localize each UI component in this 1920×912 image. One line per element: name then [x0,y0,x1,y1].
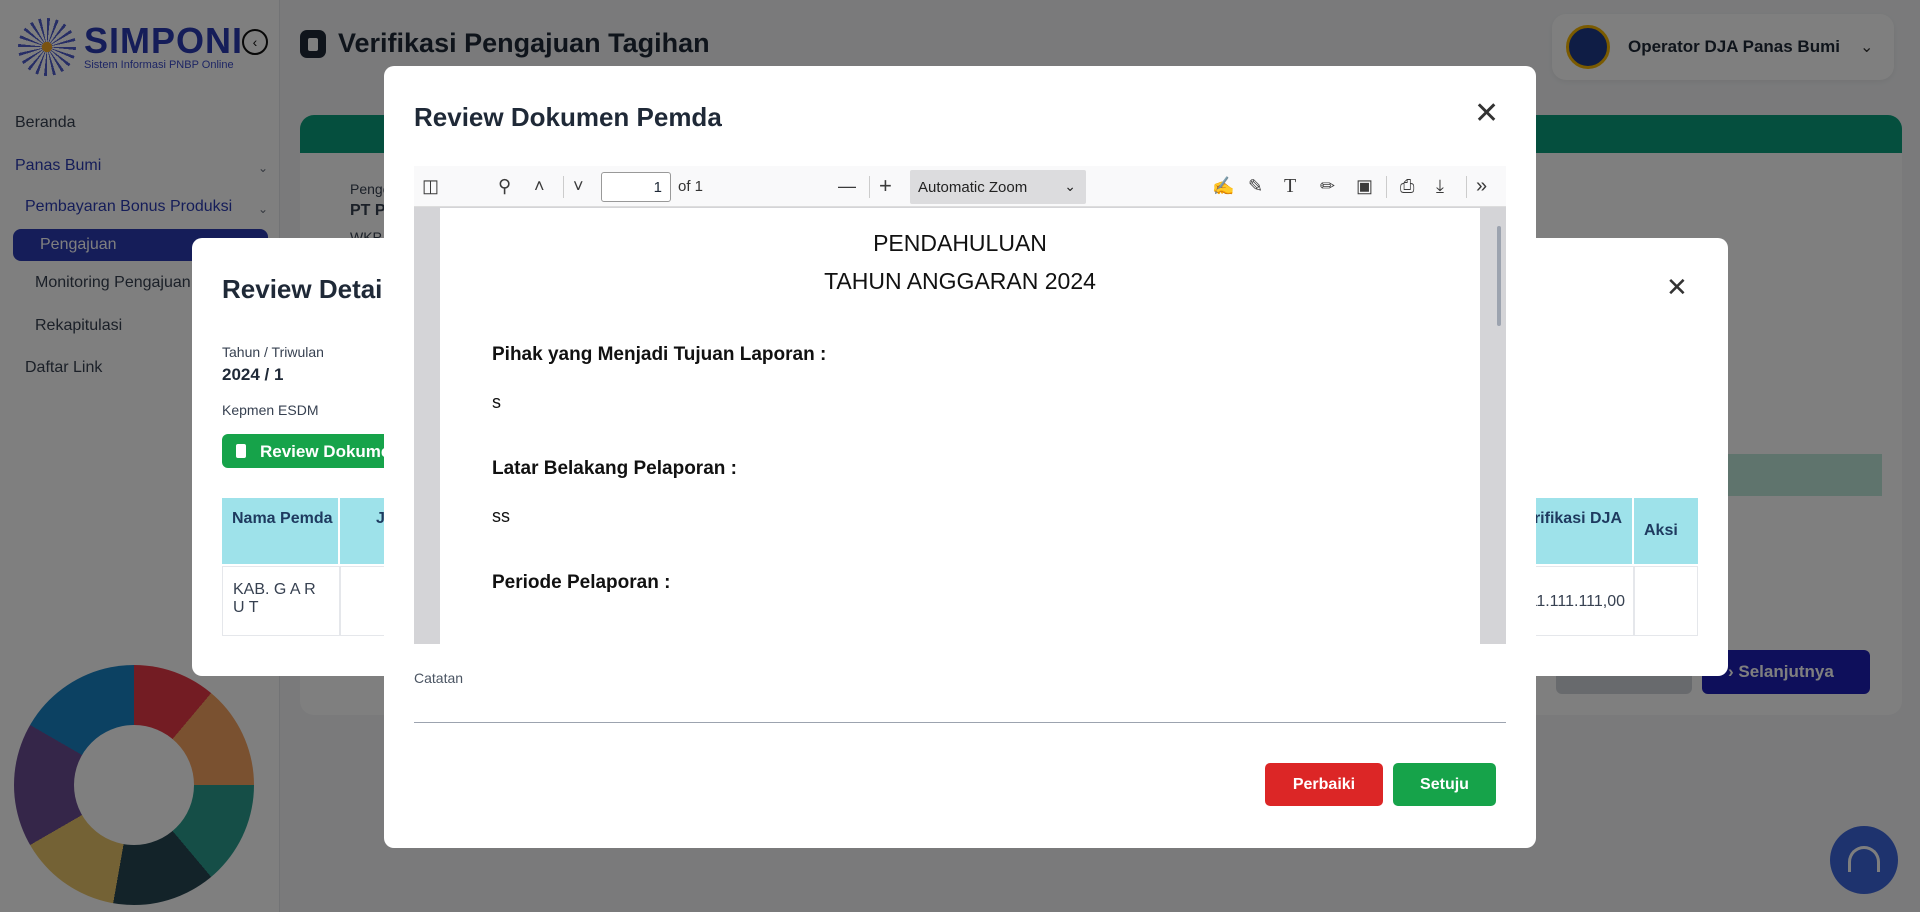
perbaiki-button[interactable]: Perbaiki [1265,763,1383,806]
review-detail-title: Review Detail [222,274,390,304]
table-cell-amount: 111.111.111,00 [1528,566,1634,636]
year-value: 2024 / 1 [222,365,284,384]
zoom-select[interactable]: Automatic Zoom ⌄ [910,170,1086,204]
review-dokumen-modal: Review Dokumen Pemda ✕ ◫ ⚲ ˄ ˅ 1 of 1 — … [384,66,1536,848]
doc-section-title: Pihak yang Menjadi Tujuan Laporan : [492,344,827,365]
review-dokumen-button[interactable]: Review Dokumen [222,434,392,468]
table-cell-pemda: KAB. G A R U T [222,566,340,636]
year-label: Tahun / Triwulan [222,344,324,360]
zoom-out-icon[interactable]: — [838,175,856,197]
page-number-input[interactable]: 1 [601,172,671,202]
pdf-viewer[interactable]: ◫ ⚲ ˄ ˅ 1 of 1 — + Automatic Zoom ⌄ ✍ ✎ … [414,166,1506,644]
text-tool-icon[interactable]: T [1284,175,1296,197]
doc-section-text: s [492,392,501,412]
doc-section-title: Latar Belakang Pelaporan : [492,458,737,479]
close-icon[interactable]: ✕ [1666,272,1688,303]
previous-page-icon[interactable]: ˄ [534,175,545,197]
setuju-button[interactable]: Setuju [1393,763,1496,806]
clipboard-icon [236,444,246,458]
pdf-page: PENDAHULUAN TAHUN ANGGARAN 2024 Pihak ya… [440,208,1480,644]
search-icon[interactable]: ⚲ [498,175,511,197]
signature-icon[interactable]: ✍ [1212,175,1234,197]
modal-title: Review Dokumen Pemda [414,102,722,132]
doc-section-title: Periode Pelaporan : [492,572,671,593]
more-tools-icon[interactable]: » [1476,175,1487,197]
catatan-input[interactable] [414,722,1506,723]
image-icon[interactable]: ▣ [1356,175,1373,197]
review-dokumen-label: Review Dokumen [260,442,392,461]
doc-heading-2: TAHUN ANGGARAN 2024 [824,268,1096,294]
col-hasil-verifikasi: Hasil Verifikasi DJA [1528,498,1632,564]
sidebar-toggle-icon[interactable]: ◫ [422,175,439,197]
draw-icon[interactable]: ✏ [1320,175,1335,197]
pdf-toolbar: ◫ ⚲ ˄ ˅ 1 of 1 — + Automatic Zoom ⌄ ✍ ✎ … [414,166,1506,207]
doc-section-text: ss [492,506,510,526]
next-page-icon[interactable]: ˅ [573,175,584,197]
col-nama-pemda: Nama Pemda [222,498,338,564]
table-cell-aksi [1634,566,1698,636]
zoom-value: Automatic Zoom [918,179,1028,196]
zoom-in-icon[interactable]: + [879,175,892,197]
viewer-scrollbar[interactable] [1497,226,1501,326]
page-count: of 1 [678,178,704,195]
catatan-label: Catatan [414,670,464,686]
download-icon[interactable]: ⤓ [1436,175,1444,197]
close-icon[interactable]: ✕ [1474,96,1499,131]
doc-heading-1: PENDAHULUAN [873,230,1047,256]
col-aksi: Aksi [1634,498,1698,564]
highlight-icon[interactable]: ✎ [1248,175,1263,197]
print-icon[interactable]: ⎙ [1400,175,1414,197]
kepmen-label: Kepmen ESDM [222,402,319,418]
chevron-down-icon: ⌄ [1064,178,1076,194]
